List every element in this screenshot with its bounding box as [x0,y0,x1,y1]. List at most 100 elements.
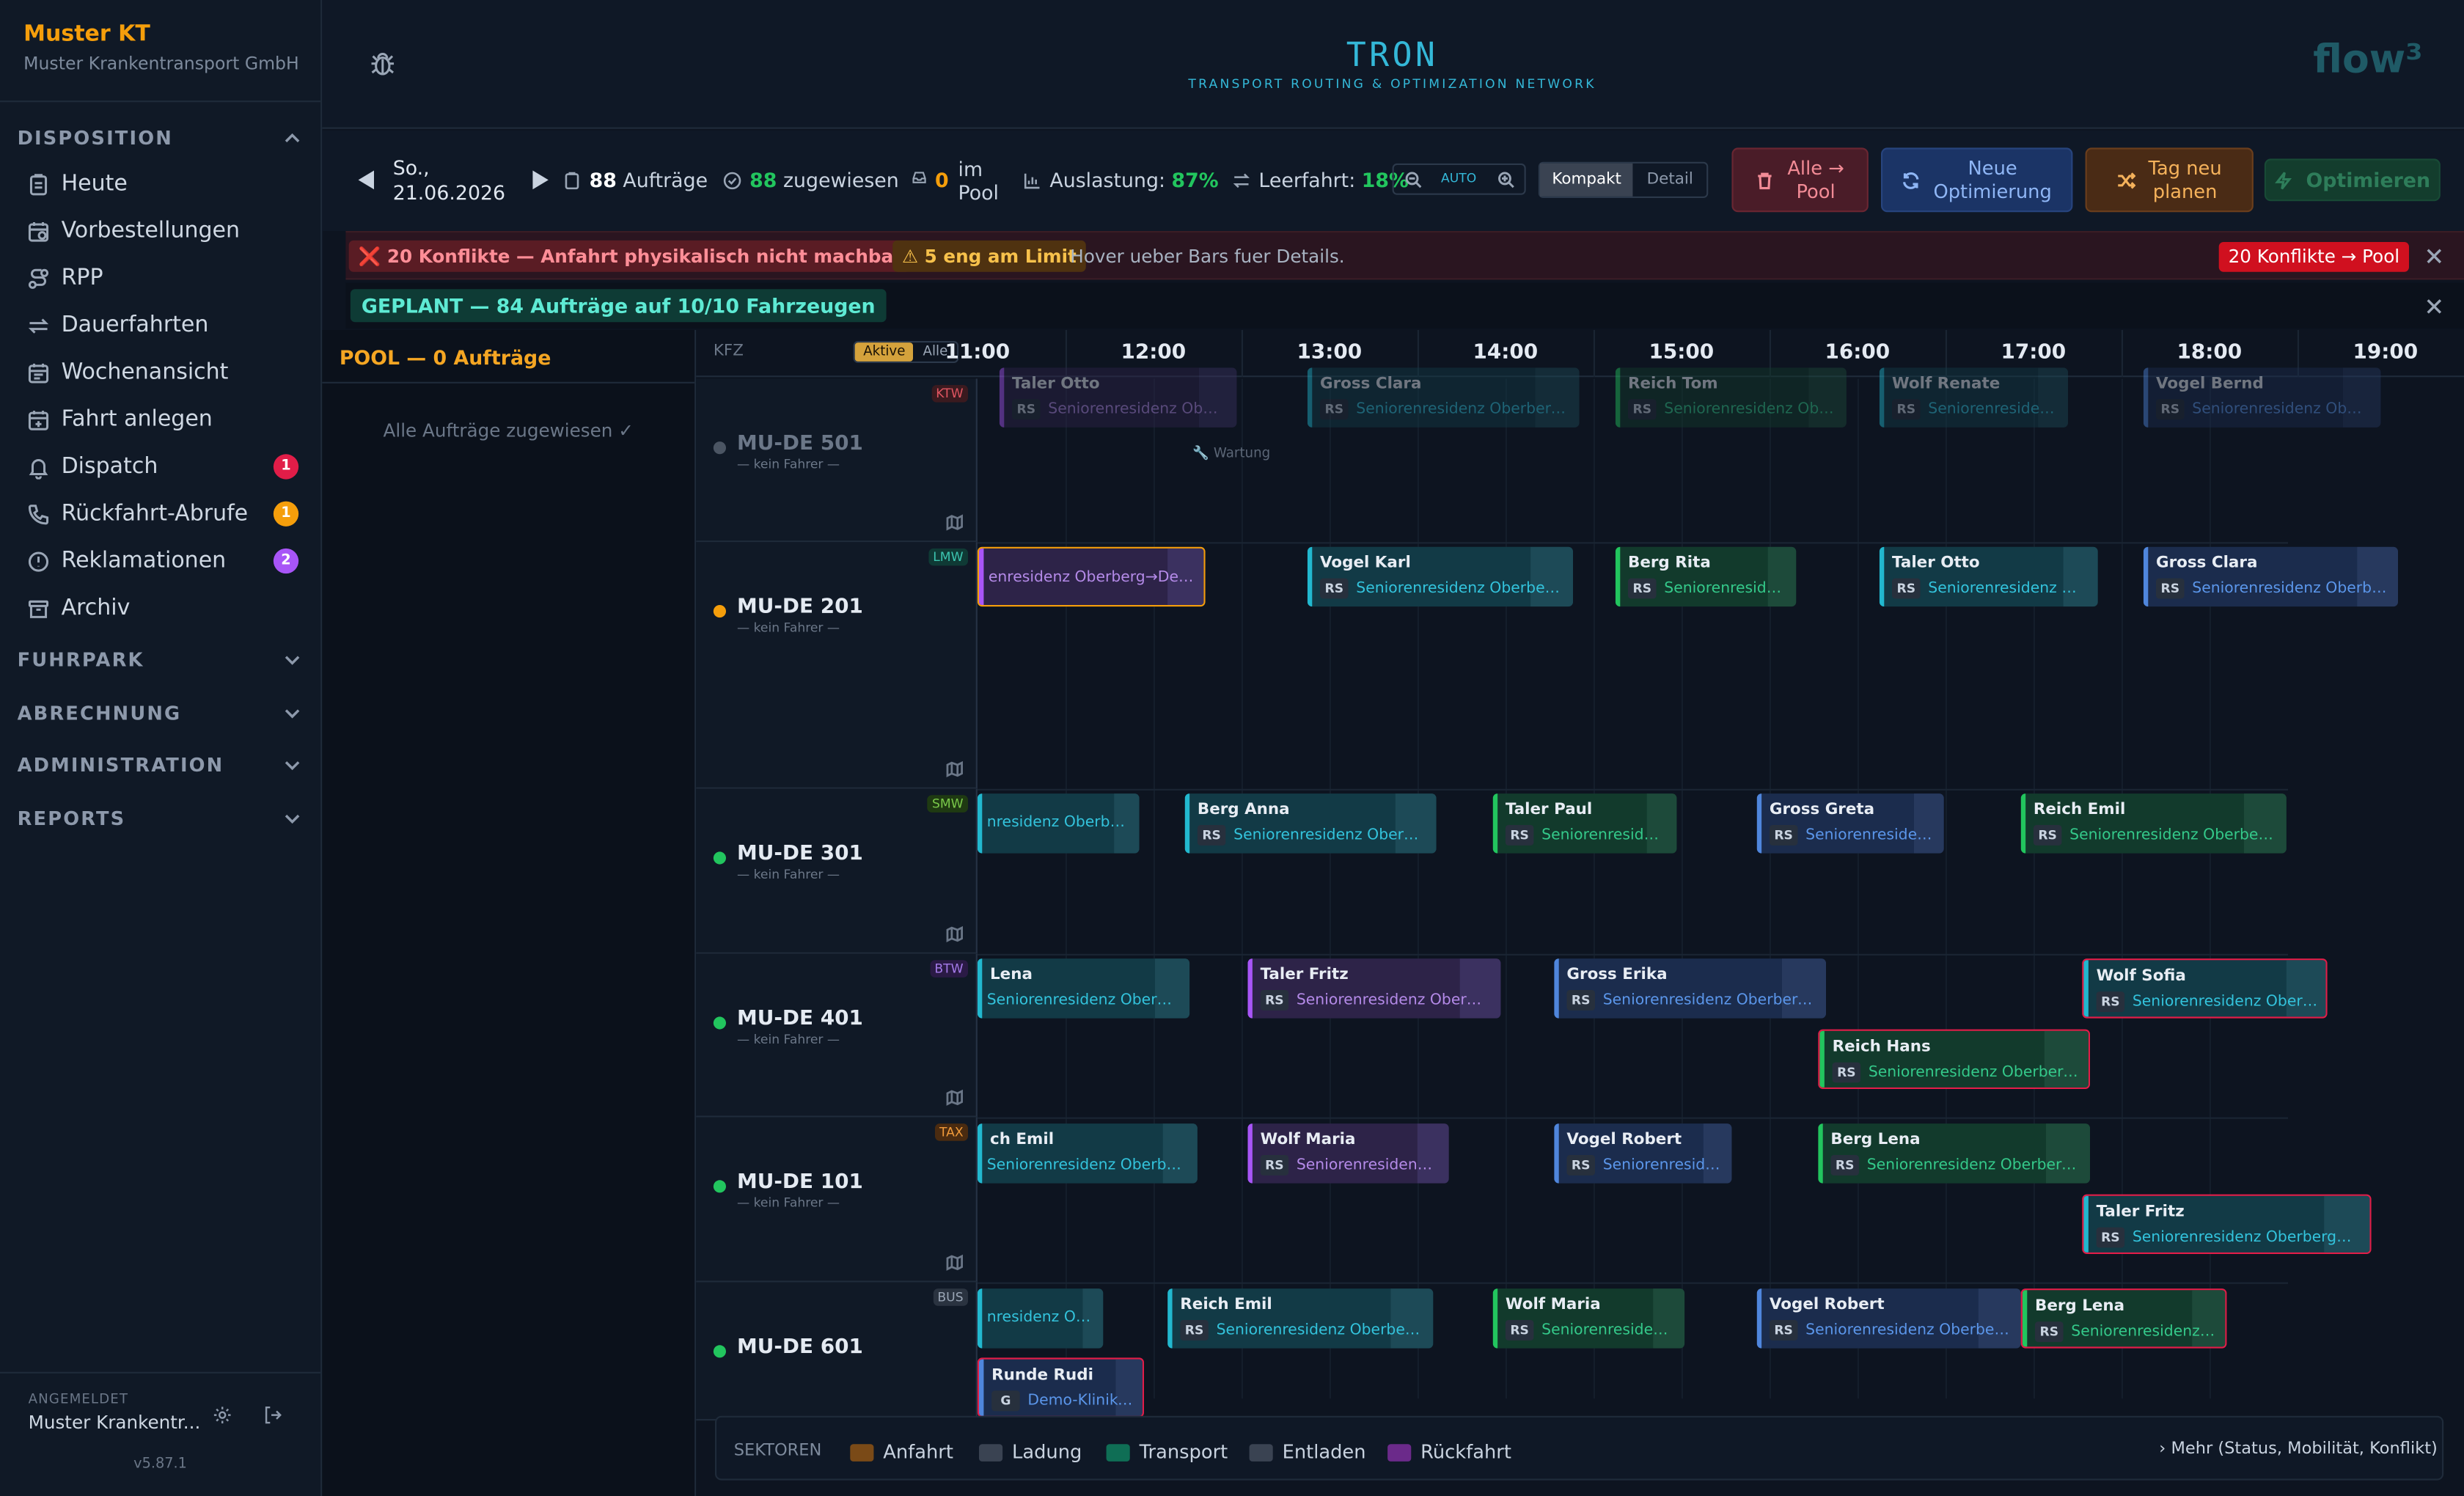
trip-bar[interactable]: Lena Seniorenresidenz Oberberg... [977,958,1190,1019]
view-compact-button[interactable]: Kompakt [1540,163,1634,197]
close-icon[interactable] [2427,298,2442,314]
trip-bar[interactable]: Taler Otto RS Seniorenresidenz Oberberg→..… [999,367,1237,428]
next-day-icon[interactable] [531,169,550,190]
filter-active-button[interactable]: Aktive [854,342,914,362]
trip-bar-accent [1247,958,1253,1019]
map-icon[interactable] [946,1089,964,1107]
trip-patient-name: Gross Clara [2156,554,2258,572]
trip-bar[interactable]: Wolf Renate RS Seniorenresidenz ... [1879,367,2068,428]
trip-address: Seniorenresidenz Oberberg... [2192,579,2387,598]
tight-limit-badge: ⚠ 5 eng am Limit [892,240,1086,272]
trip-patient-name: ch Emil [990,1131,1055,1149]
chevron-down-icon[interactable] [285,705,300,721]
trip-bar[interactable]: Gross Clara RS Seniorenresidenz Oberberg→O… [1307,367,1580,428]
chevron-up-icon[interactable] [285,131,300,146]
trip-patient-name: Wolf Sofia [2096,968,2186,986]
trip-bar[interactable]: Runde Rudi G Demo-Klinikum ... [977,1357,1144,1418]
trip-bar[interactable]: Reich Tom RS Seniorenresidenz Oberb... [1615,367,1847,428]
trip-bar[interactable]: Taler Fritz RS Seniorenresidenz Oberberg→D… [2082,1194,2372,1254]
close-icon[interactable] [2427,249,2442,264]
top-header: TRON TRANSPORT ROUTING & OPTIMIZATION NE… [322,0,2464,129]
trip-code-badge: RS [2156,399,2185,420]
trip-bar[interactable]: nresidenz Ober... [977,1288,1104,1349]
sidebar-item-dispatch[interactable]: Dispatch 1 [18,447,308,488]
trip-bar[interactable]: Berg Lena RS Seniorenresidenz O... [2020,1288,2227,1349]
trip-bar-accent [1615,367,1621,428]
trip-bar[interactable]: Reich Emil RS Seniorenresidenz Oberberg→..… [2020,793,2287,854]
vehicle-row-header[interactable]: MU-DE 301— kein Fahrer — SMW [696,788,978,954]
section-abrechnung[interactable]: ABRECHNUNG [18,703,182,725]
chevron-down-icon[interactable] [285,652,300,667]
trip-bar[interactable]: Reich Emil RS Seniorenresidenz Oberberg→..… [1167,1288,1434,1349]
trip-address: Seniorenresidenz Oberber... [2132,993,2318,1011]
logout-icon[interactable] [263,1405,283,1426]
vehicle-row-header[interactable]: MU-DE 201— kein Fahrer — LMW [696,542,978,789]
legend-more-button[interactable]: › Mehr (Status, Mobilität, Konflikt) [2159,1440,2438,1459]
new-optimization-button[interactable]: Neue Optimierung [1881,147,2073,213]
chevron-down-icon[interactable] [285,811,300,826]
section-fuhrpark[interactable]: FUHRPARK [18,649,144,671]
trip-bar[interactable]: ch Emil Seniorenresidenz Oberberg... [977,1123,1198,1184]
all-to-pool-button[interactable]: Alle → Pool [1731,147,1869,213]
trip-bar[interactable]: Reich Hans RS Seniorenresidenz Oberberg→..… [1818,1029,2090,1089]
trip-bar[interactable]: Vogel Bernd RS Seniorenresidenz Oberbe... [2143,367,2381,428]
trip-bar[interactable]: Wolf Sofia RS Seniorenresidenz Oberber... [2082,958,2328,1019]
map-icon[interactable] [946,1254,964,1272]
flow-brand-logo: flow³ [2313,36,2423,82]
trip-bar[interactable]: Berg Lena RS Seniorenresidenz Oberberg→D..… [1818,1123,2090,1184]
trip-address: Seniorenresiden... [1664,579,1786,598]
trip-bar[interactable]: Gross Clara RS Seniorenresidenz Oberberg..… [2143,546,2398,607]
optimize-button[interactable]: Optimieren [2264,158,2441,202]
trip-bar[interactable]: nresidenz Oberberg→... [977,793,1140,854]
trip-address: Seniorenresidenz Oberberg→De... [2132,1228,2362,1247]
vehicle-row-header[interactable]: MU-DE 101— kein Fahrer — TAX [696,1117,978,1283]
vehicle-row-header[interactable]: MU-DE 401— kein Fahrer — BTW [696,953,978,1118]
trip-bar[interactable]: Taler Fritz RS Seniorenresidenz Oberberg..… [1247,958,1501,1019]
inbox-icon [912,172,926,183]
chevron-down-icon[interactable] [285,758,300,773]
vehicle-plate: MU-DE 201 [736,595,863,620]
trip-bar[interactable]: Wolf Maria RS Seniorenresidenz O... [1247,1123,1449,1184]
trip-bar[interactable]: Vogel Robert RS Seniorenresidenz Oberberg→… [1756,1288,2021,1349]
conflicts-to-pool-button[interactable]: 20 Konflikte → Pool [2218,242,2410,272]
trip-bar[interactable]: Gross Greta RS Seniorenresidenz... [1756,793,1944,854]
sidebar-item-heute[interactable]: Heute [18,164,308,205]
trip-bar[interactable]: Wolf Maria RS Seniorenresidenz ... [1492,1288,1685,1349]
prev-day-icon[interactable] [356,169,375,190]
trip-bar[interactable]: Taler Paul RS Seniorenresidenz... [1492,793,1677,854]
trip-bar[interactable]: enresidenz Oberberg→Demo-... [977,546,1206,607]
vehicle-status-dot [713,1180,726,1193]
map-icon[interactable] [946,925,964,943]
trip-bar[interactable]: Taler Otto RS Seniorenresidenz Obe... [1879,546,2098,607]
trip-bar[interactable]: Vogel Karl RS Seniorenresidenz Oberberg→..… [1307,546,1573,607]
sidebar-item-vorbestellungen[interactable]: Vorbestellungen [18,210,308,252]
section-disposition[interactable]: DISPOSITION [18,128,173,150]
vehicle-status-dot [713,851,726,865]
sidebar-item-archiv[interactable]: Archiv [18,587,308,628]
trip-bar[interactable]: Berg Anna RS Seniorenresidenz Oberberg... [1184,793,1437,854]
sidebar-item-wochenansicht[interactable]: Wochenansicht [18,352,308,393]
trip-bar[interactable]: Berg Rita RS Seniorenresiden... [1615,546,1797,607]
replan-day-button[interactable]: Tag neu planen [2085,147,2254,213]
bug-icon[interactable] [367,48,397,78]
sidebar-item-rueckfahrt-abrufe[interactable]: Rückfahrt-Abrufe 1 [18,494,308,535]
vehicle-type-tag: LMW [928,548,968,566]
sidebar-item-reklamationen[interactable]: Reklamationen 2 [18,540,308,582]
view-detail-button[interactable]: Detail [1633,164,1706,197]
map-icon[interactable] [946,514,964,532]
zoom-out-icon[interactable] [1405,172,1423,189]
vehicle-row-header[interactable]: MU-DE 601 BUS [696,1282,978,1421]
sidebar-item-dauerfahrten[interactable]: Dauerfahrten [18,305,308,346]
sidebar-item-fahrt-anlegen[interactable]: Fahrt anlegen [18,399,308,440]
map-icon[interactable] [946,760,964,778]
zoom-in-icon[interactable] [1497,172,1515,189]
zoom-level[interactable]: AUTO [1441,172,1476,186]
vehicle-row-header[interactable]: MU-DE 501— kein Fahrer — KTW [696,378,978,543]
gear-icon[interactable] [212,1405,232,1426]
sidebar-item-rpp[interactable]: RPP [18,257,308,298]
trip-patient-name: Vogel Bernd [2156,375,2264,393]
trip-bar[interactable]: Gross Erika RS Seniorenresidenz Oberberg→D… [1554,958,1826,1019]
section-reports[interactable]: REPORTS [18,807,126,829]
trip-bar[interactable]: Vogel Robert RS Seniorenresiden... [1554,1123,1732,1184]
section-administration[interactable]: ADMINISTRATION [18,755,224,777]
